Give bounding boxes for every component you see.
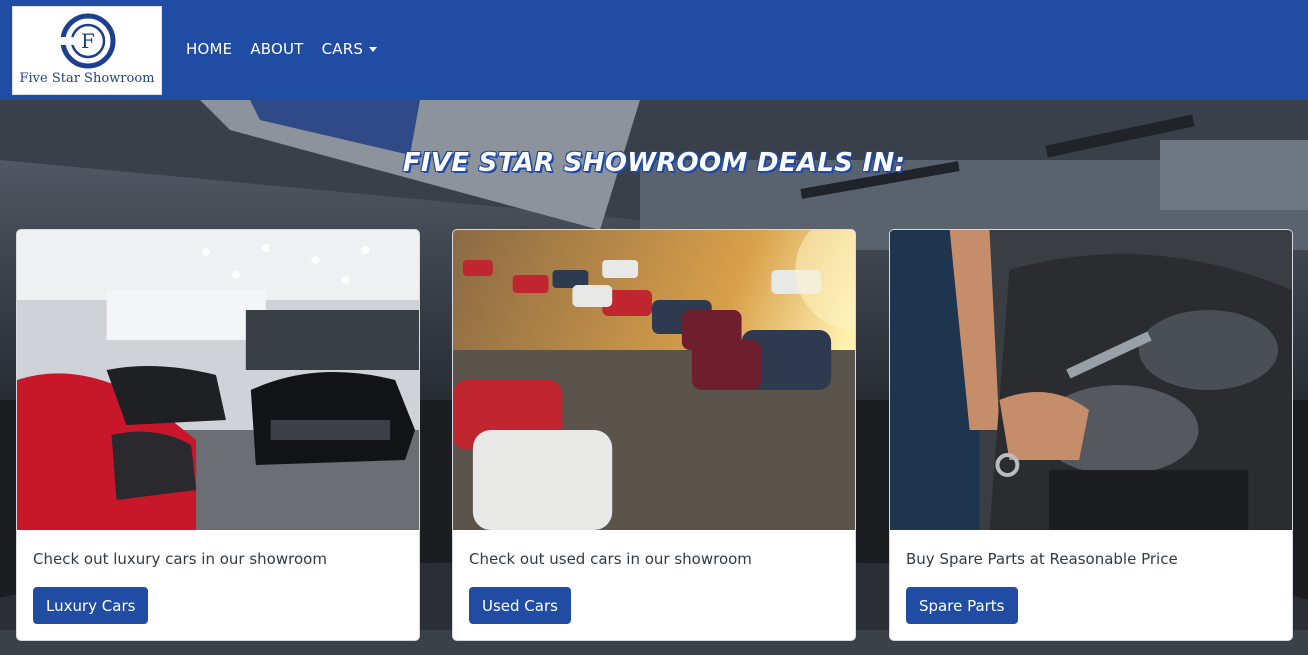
nav-about-label: ABOUT [250,40,304,58]
nav-cars-label: CARS [321,40,364,58]
card-luxury-text: Check out luxury cars in our showroom [33,550,327,568]
nav-home-label: HOME [186,40,233,58]
card-used-text: Check out used cars in our showroom [469,550,752,568]
brand-name: Five Star Showroom [19,71,155,86]
nav-menu: HOME ABOUT CARS [186,40,378,58]
used-cars-button[interactable]: Used Cars [469,587,571,624]
logo-emblem-icon: F [60,13,116,69]
luxury-cars-button[interactable]: Luxury Cars [33,587,149,624]
hero-headline: FIVE STAR SHOWROOM DEALS IN: [402,148,906,178]
card-spare-text: Buy Spare Parts at Reasonable Price [906,550,1178,568]
card-luxury-cars: Check out luxury cars in our showroom Lu… [16,229,420,641]
luxury-showroom-image [17,230,419,530]
spare-parts-button[interactable]: Spare Parts [906,587,1018,624]
logo-letter: F [81,29,95,53]
nav-home-link[interactable]: HOME [186,40,232,58]
nav-about-link[interactable]: ABOUT [250,40,303,58]
used-cars-lot-image [453,230,855,530]
navbar: F Five Star Showroom HOME ABOUT CARS [0,0,1308,100]
card-used-cars: Check out used cars in our showroom Used… [452,229,856,641]
engine-mechanic-image [890,230,1292,530]
nav-cars-dropdown[interactable]: CARS [321,40,378,58]
card-spare-parts: Buy Spare Parts at Reasonable Price Spar… [889,229,1293,641]
brand-logo[interactable]: F Five Star Showroom [12,6,162,95]
chevron-down-icon [369,46,378,52]
